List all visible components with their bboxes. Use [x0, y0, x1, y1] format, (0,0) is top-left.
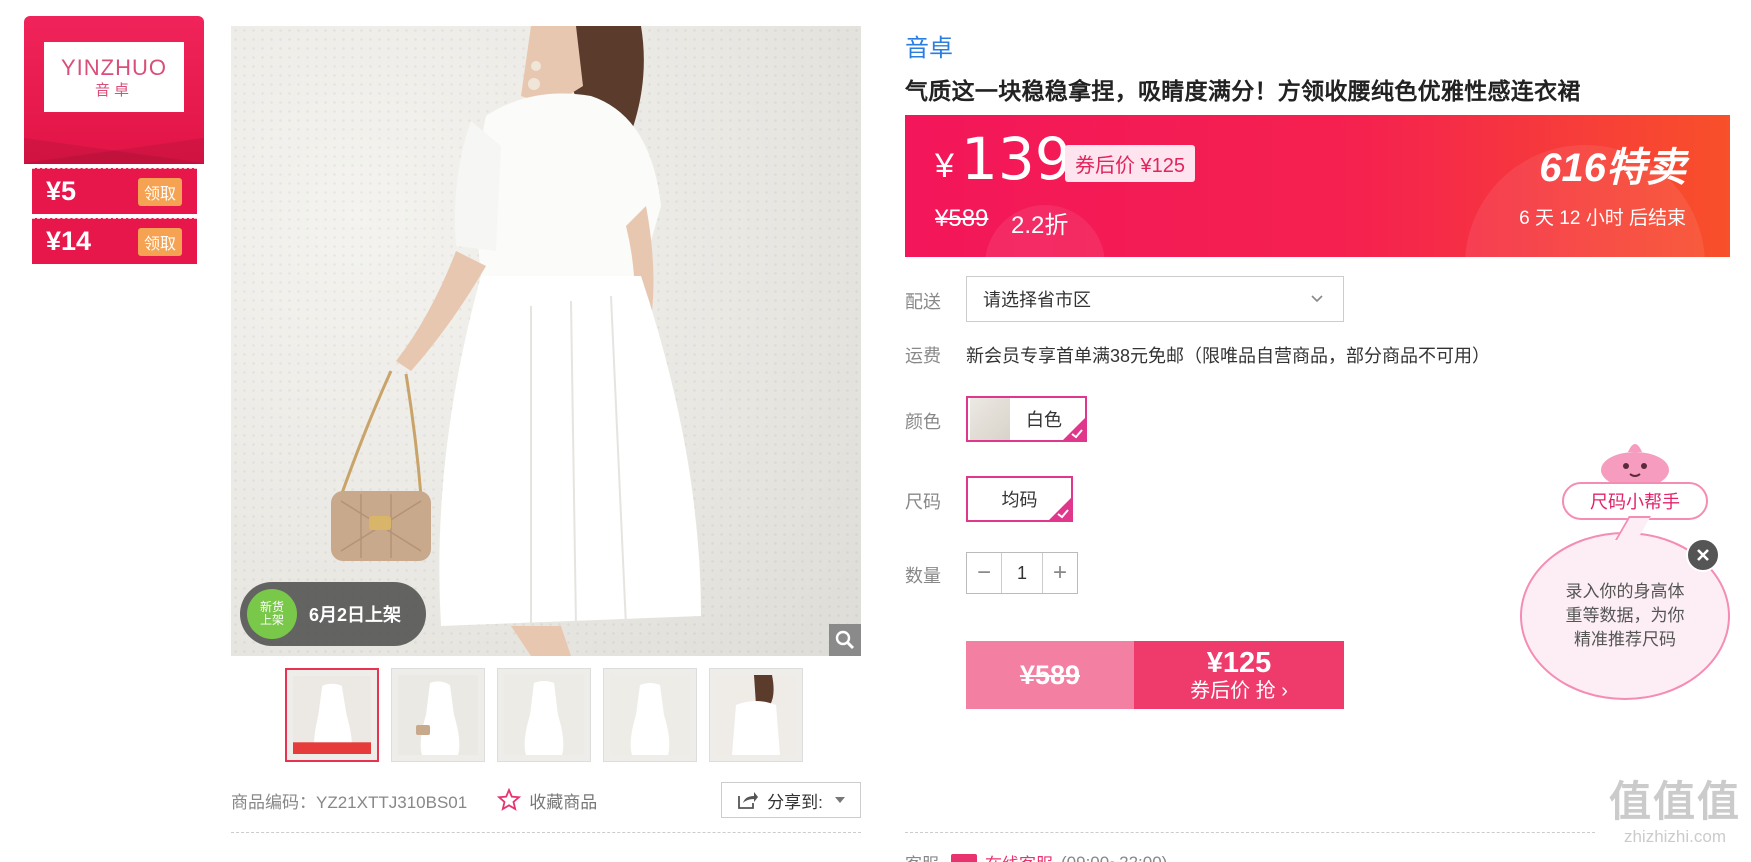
badge-line-2: 上架: [259, 613, 284, 627]
thumbnail-item[interactable]: [603, 668, 697, 762]
quantity-label: 数量: [905, 566, 941, 586]
region-select-placeholder: 请选择省市区: [983, 290, 1091, 310]
favorite-label: 收藏商品: [529, 792, 598, 812]
buy-action-label: 券后价 抢 ›: [1190, 680, 1288, 702]
quantity-stepper: − 1 +: [966, 552, 1078, 594]
freight-label: 运费: [905, 346, 941, 366]
size-helper-text: 录入你的身高体重等数据，为你精准推荐尺码: [1565, 582, 1685, 649]
coupon-item: ¥5 领取: [32, 168, 197, 214]
mascot-icon: [1601, 444, 1669, 488]
star-icon: [497, 788, 522, 811]
thumbnail-item[interactable]: [391, 668, 485, 762]
thumbnail-image: [398, 675, 478, 755]
coupon-amount: ¥14: [46, 226, 92, 256]
coupon-amount: ¥5: [46, 176, 77, 206]
quantity-input[interactable]: 1: [1001, 553, 1043, 593]
brand-card-header: YINZHUO 音卓: [24, 16, 204, 164]
thumbnail-strip: [285, 668, 803, 762]
share-label: 分享到:: [767, 792, 823, 812]
claim-coupon-button[interactable]: 领取: [138, 227, 183, 256]
close-helper-button[interactable]: [1686, 538, 1720, 572]
size-option-label: 均码: [1001, 490, 1038, 510]
thumbnail-image: [716, 675, 796, 755]
chat-icon: [951, 853, 977, 862]
original-price: ¥589: [935, 205, 989, 232]
thumbnail-item[interactable]: [709, 668, 803, 762]
buy-coupon-section: ¥125 券后价 抢 ›: [1134, 641, 1344, 709]
thumbnail-item[interactable]: [285, 668, 379, 762]
current-price: 139: [961, 125, 1072, 193]
brand-logo-cn: 音卓: [94, 80, 133, 99]
size-helper-button[interactable]: 尺码小帮手: [1562, 482, 1708, 520]
price-banner: ¥ 139 券后价 ¥125 ¥589 2.2折 616特卖 6 天 12 小时…: [905, 115, 1730, 257]
thumbnail-item[interactable]: [497, 668, 591, 762]
currency-symbol: ¥: [935, 147, 954, 185]
watermark-url: zhizhizhi.com: [1623, 827, 1727, 846]
brand-coupon-card: YINZHUO 音卓 ¥5 领取 ¥14 领取: [24, 16, 204, 274]
online-service-link[interactable]: 在线客服: [985, 850, 1053, 862]
new-arrival-badge: 新货 上架 6月2日上架: [240, 582, 426, 646]
product-meta-row: 商品编码：YZ21XTTJ310BS01 收藏商品 分享到:: [231, 782, 861, 818]
thumbnail-image: [610, 675, 690, 755]
freight-info: 新会员专享首单满38元免邮（限唯品自营商品，部分商品不可用）: [966, 346, 1491, 366]
brand-logo-en: YINZHUO: [61, 54, 167, 80]
caret-down-icon: [834, 797, 845, 803]
color-label: 颜色: [905, 412, 941, 432]
divider: [231, 832, 861, 833]
service-hours: (09:00~22:00): [1061, 852, 1168, 862]
shipping-label: 配送: [905, 292, 941, 312]
color-swatch-image: [970, 398, 1010, 440]
coupon-price-tag: 券后价 ¥125: [1065, 145, 1196, 182]
size-label: 尺码: [905, 492, 941, 512]
coupon-item: ¥14 领取: [32, 218, 197, 264]
divider: [905, 832, 1595, 833]
increase-quantity-button[interactable]: +: [1043, 553, 1077, 593]
service-label: 客服: [905, 850, 939, 862]
size-option-one-size[interactable]: 均码: [966, 476, 1073, 522]
buy-now-button[interactable]: ¥589 ¥125 券后价 抢 ›: [966, 641, 1344, 709]
thumbnail-image: [293, 676, 371, 754]
arrival-date: 6月2日上架: [309, 605, 402, 625]
customer-service-row: 客服 在线客服 (09:00~22:00): [905, 850, 1167, 862]
selected-check-icon: [1049, 498, 1071, 520]
thumbnail-image: [504, 675, 584, 755]
zoom-button[interactable]: [829, 624, 861, 656]
chevron-down-icon: [1311, 295, 1323, 303]
product-code: 商品编码：YZ21XTTJ310BS01: [231, 792, 468, 812]
decrease-quantity-button[interactable]: −: [967, 553, 1001, 593]
brand-logo[interactable]: YINZHUO 音卓: [44, 42, 184, 112]
buy-original-price: ¥589: [966, 641, 1134, 709]
brand-link[interactable]: 音卓: [905, 28, 953, 63]
selected-check-icon: [1063, 418, 1085, 440]
product-main-image[interactable]: 新货 上架 6月2日上架: [231, 26, 861, 656]
region-select[interactable]: 请选择省市区: [966, 276, 1344, 322]
product-title: 气质这一块稳稳拿捏，吸睛度满分！方领收腰纯色优雅性感连衣裙: [905, 78, 1581, 104]
magnifier-icon: [835, 630, 855, 650]
watermark: 值值值 zhizhizhi.com: [1600, 778, 1750, 862]
close-icon: [1697, 549, 1709, 561]
watermark-logo: 值值值: [1608, 778, 1741, 825]
color-option-label: 白色: [1026, 410, 1062, 430]
promo-countdown: 6 天 12 小时 后结束: [1519, 208, 1686, 229]
claim-coupon-button[interactable]: 领取: [138, 177, 183, 206]
buy-coupon-price: ¥125: [1206, 647, 1272, 679]
promo-title: 616特卖: [1539, 146, 1686, 190]
dress-figure-image: [331, 26, 701, 656]
discount-rate: 2.2折: [1011, 212, 1069, 239]
share-icon: [738, 792, 759, 809]
share-button[interactable]: 分享到:: [721, 782, 861, 818]
color-option-white[interactable]: 白色: [966, 396, 1087, 442]
new-arrival-circle: 新货 上架: [247, 589, 297, 639]
favorite-button[interactable]: 收藏商品: [497, 788, 597, 813]
